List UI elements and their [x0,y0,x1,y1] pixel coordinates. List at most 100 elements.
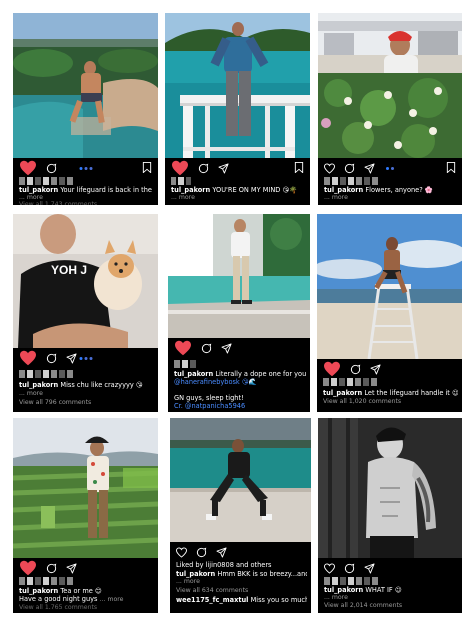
comment-icon[interactable] [350,364,361,375]
caption-username[interactable]: tul_pakorn [324,586,363,594]
caption-text: Tea or me [60,587,93,595]
caption-credit[interactable]: Cr. @natpanicha5946 [174,402,306,410]
view-comments-link[interactable]: View all 796 comments [19,399,91,407]
caption-username[interactable]: tul_pakorn [19,381,58,389]
send-icon[interactable] [66,352,77,364]
liked-by-line[interactable]: Liked by lijin0808 and others [176,561,307,569]
caption-line: GN guys, sleep tight! [174,394,244,402]
heart-icon[interactable] [176,546,187,558]
send-icon[interactable] [66,562,77,574]
send-icon[interactable] [218,162,229,174]
heart-filled-icon[interactable] [174,340,192,356]
comment-icon[interactable] [201,343,212,354]
post-card: tul_pakorn Your lifeguard is back in the… [13,13,158,205]
caption-username[interactable]: tul_pakorn [171,186,210,194]
post-photo[interactable]: YOH J [13,214,158,348]
caption-more-link[interactable]: ... more [324,594,348,602]
comment-icon[interactable] [46,163,57,174]
caption-line: Have a good night guys ... more [19,595,154,604]
caption-more-link[interactable]: ... more [100,596,124,603]
caption-more-link[interactable]: ... more [324,194,348,202]
heart-icon[interactable] [324,562,335,574]
caption-emoji: 😘 [135,381,143,389]
send-icon[interactable] [370,363,381,375]
bookmark-icon[interactable] [142,162,152,173]
comment-row: wee1175_fc_maxtul Miss you so much /GN [176,596,307,604]
caption-more-link[interactable]: ... more [19,390,43,398]
view-comments-link[interactable]: View all 1,743 comments [19,201,97,205]
caption-username[interactable]: tul_pakorn [19,186,58,194]
post-photo[interactable] [13,418,158,558]
post-card: tul_pakorn Literally a dope one for your… [168,214,310,412]
likes-count-blurred [323,378,393,386]
post-action-bar: Liked by lijin0808 and others tul_pakorn… [170,542,311,613]
caption-text: Let the lifeguard handle it [364,389,450,397]
likes-count-blurred [19,370,89,378]
post-photo[interactable] [318,13,462,158]
caption-emoji: 🌸 [424,186,434,194]
comment-username[interactable]: wee1175_fc_maxtul [176,596,248,604]
post-caption: tul_pakorn Literally a dope one for your… [174,370,306,378]
view-comments-link[interactable]: View all 634 comments [176,587,248,595]
caption-emoji: 😉😊 [452,389,458,397]
view-comments-link[interactable]: View all 1,765 comments [19,604,97,609]
caption-mention[interactable]: @hanerafinebybosk 😘🌊 [174,378,306,386]
caption-more-link[interactable]: ... more [176,578,200,586]
post-action-bar: tul_pakorn Flowers, anyone? 🌸 ... more [318,158,462,205]
caption-username[interactable]: tul_pakorn [176,570,215,578]
post-action-bar: tul_pakorn YOU'RE ON MY MIND 😘🌴 ... more [165,158,310,205]
caption-text: WHAT IF [365,586,393,594]
post-photo[interactable] [318,418,462,558]
post-photo[interactable] [168,214,310,338]
post-photo[interactable] [170,418,311,542]
post-card: tul_pakorn Flowers, anyone? 🌸 ... more [318,13,462,205]
comment-icon[interactable] [344,163,355,174]
likes-count-blurred [171,177,191,185]
post-caption: tul_pakorn WHAT IF 😉 [324,586,458,594]
post-action-bar: tul_pakorn WHAT IF 😉 ... more View all 2… [318,558,462,613]
post-caption: tul_pakorn Hmm BKK is so breezy...and a … [176,570,307,578]
post-card: tul_pakorn Tea or me 😊 Have a good night… [13,418,158,613]
post-action-bar: tul_pakorn Literally a dope one for your… [168,338,310,412]
likes-count-blurred [324,177,394,185]
caption-emoji: 😊 [94,587,102,595]
heart-icon[interactable] [324,162,335,174]
post-photo[interactable] [317,214,462,359]
comment-icon[interactable] [196,547,207,558]
comment-icon[interactable] [46,563,57,574]
bookmark-icon[interactable] [446,162,456,173]
send-icon[interactable] [364,162,375,174]
caption-username[interactable]: tul_pakorn [174,370,213,378]
post-caption: tul_pakorn Tea or me 😊 [19,587,154,595]
post-photo[interactable] [165,13,310,158]
view-comments-link[interactable]: View all 1,020 comments [323,398,401,406]
caption-username[interactable]: tul_pakorn [323,389,362,397]
caption-text: Flowers, anyone? [365,186,423,194]
send-icon[interactable] [216,546,227,558]
bookmark-icon[interactable] [294,162,304,173]
heart-filled-icon[interactable] [19,350,37,366]
caption-text: Literally a dope one for your vacay [215,370,306,378]
heart-filled-icon[interactable] [171,160,189,176]
caption-username[interactable]: tul_pakorn [324,186,363,194]
caption-more-link[interactable]: ... more [171,194,195,202]
comment-icon[interactable] [198,163,209,174]
post-caption: tul_pakorn Miss chu like crazyyyy 😘 [19,381,154,389]
svg-text:YOH J: YOH J [51,263,87,277]
caption-text: YOU'RE ON MY MIND [212,186,281,194]
comment-icon[interactable] [46,353,57,364]
post-caption: tul_pakorn YOU'RE ON MY MIND 😘🌴 [171,186,306,194]
caption-emoji: 😘🌴 [282,186,298,194]
post-card: Liked by lijin0808 and others tul_pakorn… [170,418,311,613]
heart-filled-icon[interactable] [19,160,37,176]
send-icon[interactable] [364,562,375,574]
caption-username[interactable]: tul_pakorn [19,587,58,595]
heart-filled-icon[interactable] [323,361,341,377]
view-comments-link[interactable]: View all 2,014 comments [324,602,402,610]
post-action-bar: tul_pakorn Tea or me 😊 Have a good night… [13,558,158,613]
send-icon[interactable] [221,342,232,354]
post-photo[interactable] [13,13,158,158]
comment-icon[interactable] [344,563,355,574]
post-caption: tul_pakorn Your lifeguard is back in the… [19,186,154,194]
heart-filled-icon[interactable] [19,560,37,576]
